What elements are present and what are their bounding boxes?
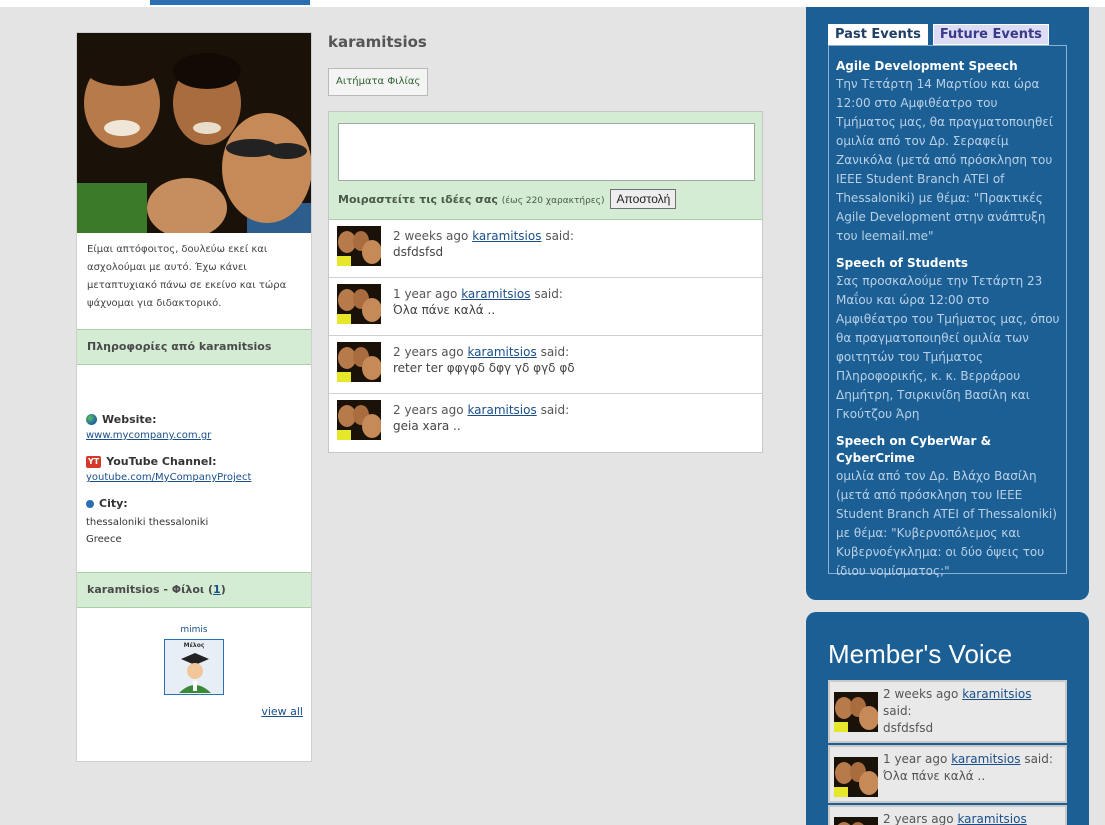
tab-past-events[interactable]: Past Events [828, 24, 928, 45]
send-button[interactable]: Αποστολή [610, 189, 677, 209]
profile-photo [77, 33, 311, 233]
voice-item: 2 weeks ago karamitsios said: dsfdsfsd [828, 680, 1067, 743]
tab-future-events[interactable]: Future Events [932, 24, 1049, 45]
event-tabs: Past Events Future Events [828, 24, 1049, 45]
voice-author-link[interactable]: karamitsios [957, 812, 1026, 825]
top-strip [0, 0, 1105, 7]
members-voice-panel: Member's Voice 2 weeks ago karamitsios s… [806, 612, 1089, 825]
post-author-link[interactable]: karamitsios [461, 287, 530, 301]
youtube-item: YT YouTube Channel: youtube.com/MyCompany… [86, 455, 302, 483]
event-description: ομιλία από τον Δρ. Βλάχο Βασίλη (μετά απ… [836, 469, 1057, 578]
post-body: geia xara .. [393, 419, 461, 433]
wall-posts: 2 weeks ago karamitsios said: dsfdsfsd 1 y… [329, 220, 762, 452]
city-label: City: [99, 497, 128, 510]
post-said: said: [545, 229, 574, 243]
location-dot-icon [86, 499, 94, 508]
post-author-thumbnail[interactable] [337, 400, 381, 440]
friend-requests-button[interactable]: Αιτήματα Φιλίας [328, 68, 429, 96]
voice-said: said: [883, 704, 912, 718]
youtube-link[interactable]: youtube.com/MyCompanyProject [86, 472, 302, 483]
post-time: 2 weeks ago [393, 229, 469, 243]
header-fragment [150, 0, 310, 5]
friend-avatar[interactable]: Μέλος [164, 639, 224, 695]
voice-author-link[interactable]: karamitsios [951, 752, 1020, 766]
voice-body: Όλα πάνε καλά .. [883, 769, 986, 783]
composer-label: Μοιραστείτε τις ιδέες σας (έως 220 χαρακ… [338, 192, 605, 206]
voice-author-thumbnail[interactable] [834, 692, 878, 732]
profile-bio: Είμαι απτόφοιτος, δουλεύω εκεί και ασχολ… [87, 244, 287, 309]
post-time: 1 year ago [393, 287, 458, 301]
voice-item: 1 year ago karamitsios said: Όλα πάνε καλ… [828, 745, 1067, 803]
post-said: said: [534, 287, 563, 301]
city-value: thessaloniki thessaloniki [86, 517, 209, 528]
post-author-thumbnail[interactable] [337, 284, 381, 324]
voice-body: dsfdsfsd [883, 721, 934, 735]
youtube-icon: YT [86, 455, 102, 468]
view-all-link[interactable]: view all [261, 705, 303, 718]
post-said: said: [540, 403, 570, 417]
voice-time: 1 year ago [883, 752, 948, 766]
events-panel: Past Events Future Events Agile Developm… [806, 7, 1089, 600]
post-body: dsfdsfsd [393, 245, 444, 259]
website-link[interactable]: www.mycompany.com.gr [86, 430, 302, 441]
wall-post: 2 years ago karamitsios said: reter ter φ… [329, 336, 762, 394]
voice-author-thumbnail[interactable] [834, 757, 878, 797]
website-item: Website: www.mycompany.com.gr [86, 413, 302, 441]
post-time: 2 years ago [393, 403, 464, 417]
voice-time: 2 years ago [883, 812, 954, 825]
country-value: Greece [86, 534, 122, 545]
post-textarea[interactable] [338, 123, 755, 181]
post-time: 2 years ago [393, 345, 464, 359]
friends-area: mimis Μέλος view all [77, 608, 311, 730]
wall-title: karamitsios [328, 33, 427, 51]
friends-count-link[interactable]: 1 [213, 583, 221, 596]
events-list: Agile Development Speech Την Τετάρτη 14 Μ… [828, 45, 1067, 578]
composer: Μοιραστείτε τις ιδέες σας (έως 220 χαρακ… [329, 112, 762, 220]
city-item: City: thessaloniki thessaloniki Greece [86, 497, 302, 548]
friends-section-header: karamitsios - Φίλοι (1) [77, 572, 311, 608]
voice-item: 2 years ago karamitsios [828, 805, 1067, 825]
globe-icon [86, 414, 97, 425]
friend-name-link[interactable]: mimis [77, 608, 311, 635]
wall-container: Μοιραστείτε τις ιδέες σας (έως 220 χαρακ… [328, 111, 763, 453]
graduate-avatar-icon [179, 653, 211, 693]
voice-author-thumbnail[interactable] [834, 817, 878, 825]
post-author-link[interactable]: karamitsios [467, 403, 536, 417]
profile-sidebar: Είμαι απτόφοιτος, δουλεύω εκεί και ασχολ… [76, 32, 312, 762]
info-section-header: Πληροφορίες από karamitsios [77, 329, 311, 365]
wall-post: 2 years ago karamitsios said: geia xara .… [329, 394, 762, 452]
event-description: Σας προσκαλούμε την Τετάρτη 23 Μαΐου και… [836, 274, 1060, 421]
post-author-link[interactable]: karamitsios [472, 229, 541, 243]
voice-said: said: [1024, 752, 1053, 766]
post-author-thumbnail[interactable] [337, 342, 381, 382]
website-label: Website: [102, 413, 157, 426]
voice-list: 2 weeks ago karamitsios said: dsfdsfsd 1 y… [828, 680, 1067, 825]
post-author-thumbnail[interactable] [337, 226, 381, 266]
info-block: Website: www.mycompany.com.gr YT YouTube … [77, 365, 311, 572]
avatar-caption: Μέλος [183, 642, 205, 649]
event-title[interactable]: Speech of Students [836, 255, 1060, 272]
post-said: said: [540, 345, 570, 359]
youtube-label: YouTube Channel: [106, 455, 217, 468]
voice-author-link[interactable]: karamitsios [962, 687, 1031, 701]
event-title[interactable]: Speech on CyberWar & CyberCrime [836, 433, 1060, 467]
post-author-link[interactable]: karamitsios [467, 345, 536, 359]
post-body: reter ter φφγφδ δφγ γδ φγδ φδ [393, 361, 575, 375]
post-body: Όλα πάνε καλά .. [393, 303, 496, 317]
voice-time: 2 weeks ago [883, 687, 959, 701]
wall-post: 1 year ago karamitsios said: Όλα πάνε καλ… [329, 278, 762, 336]
wall-post: 2 weeks ago karamitsios said: dsfdsfsd [329, 220, 762, 278]
event-title[interactable]: Agile Development Speech [836, 58, 1060, 75]
composer-hint: (έως 220 χαρακτήρες) [501, 195, 605, 206]
event-description: Την Τετάρτη 14 Μαρτίου και ώρα 12:00 στο… [836, 77, 1053, 243]
members-voice-title: Member's Voice [828, 639, 1013, 669]
